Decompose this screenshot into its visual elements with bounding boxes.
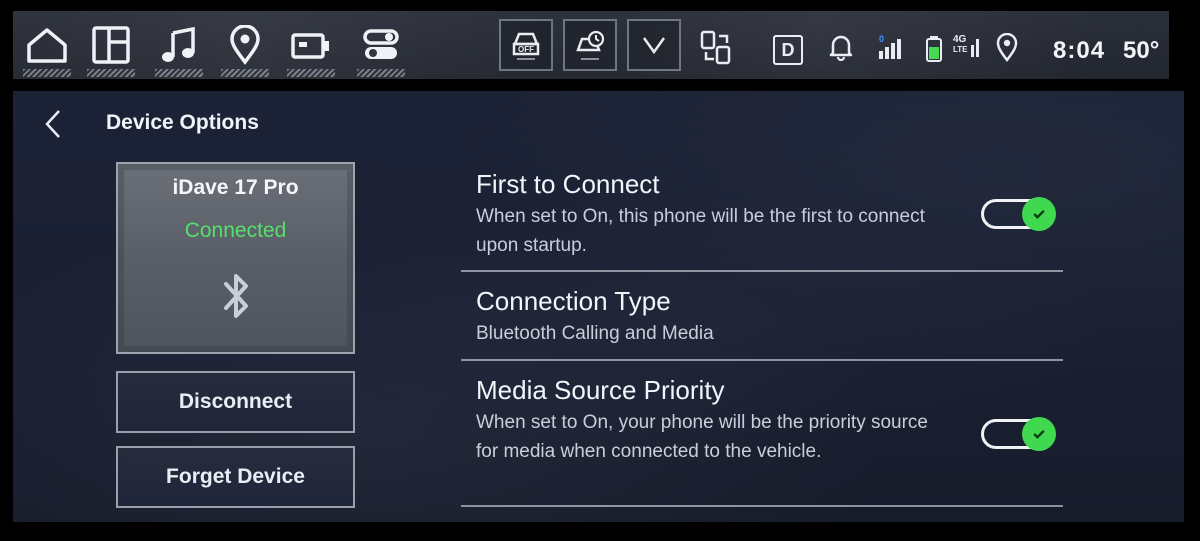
setting-description: When set to On, this phone will be the f… xyxy=(476,206,925,256)
setting-title: Connection Type xyxy=(476,286,671,316)
lte-icon: 4G LTE xyxy=(951,31,981,63)
check-icon xyxy=(1022,197,1056,231)
infotainment-screen: OFF D 0 4G LTE 8:04 50° Device Options i… xyxy=(0,0,1200,541)
park-assist-icon[interactable] xyxy=(563,19,617,71)
chevron-left-icon xyxy=(45,110,60,138)
chevron-down-icon[interactable] xyxy=(627,19,681,71)
connection-status: Connected xyxy=(184,219,287,242)
music-icon[interactable] xyxy=(151,25,207,77)
apps-icon[interactable] xyxy=(83,25,139,77)
check-icon xyxy=(1022,417,1056,451)
divider xyxy=(461,270,1063,272)
setting-connection-type[interactable]: Connection Type Bluetooth Calling and Me… xyxy=(461,286,1061,356)
setting-title: Media Source Priority xyxy=(476,375,725,405)
status-bar: OFF D 0 4G LTE 8:04 50° xyxy=(13,11,1169,79)
device-card[interactable]: iDave 17 Pro Connected xyxy=(116,162,355,354)
clock: 8:04 xyxy=(1053,37,1106,64)
media-source-priority-toggle[interactable] xyxy=(981,417,1056,451)
home-icon[interactable] xyxy=(19,25,75,77)
first-to-connect-toggle[interactable] xyxy=(981,197,1056,231)
forget-device-button[interactable]: Forget Device xyxy=(116,446,355,508)
location-icon[interactable] xyxy=(217,25,273,77)
svg-text:4G: 4G xyxy=(953,34,967,45)
bluetooth-icon xyxy=(224,274,248,318)
gps-icon xyxy=(995,33,1019,63)
back-button[interactable] xyxy=(37,105,71,143)
svg-text:OFF: OFF xyxy=(518,45,534,54)
drive-mode-indicator: D xyxy=(773,35,803,65)
setting-media-source-priority[interactable]: Media Source Priority When set to On, yo… xyxy=(461,375,1061,503)
phone-projection-icon[interactable] xyxy=(699,29,735,67)
battery-icon xyxy=(925,35,943,63)
outside-temperature: 50° xyxy=(1123,37,1160,64)
setting-title: First to Connect xyxy=(476,169,660,199)
svg-text:0: 0 xyxy=(879,34,884,44)
page-title: Device Options xyxy=(106,111,259,134)
settings-icon[interactable] xyxy=(353,25,409,77)
disconnect-button[interactable]: Disconnect xyxy=(116,371,355,433)
divider xyxy=(461,359,1063,361)
device-options-panel: Device Options iDave 17 Pro Connected Di… xyxy=(13,91,1184,522)
setting-description: Bluetooth Calling and Media xyxy=(476,323,714,344)
camera-icon[interactable] xyxy=(283,25,339,77)
divider xyxy=(461,505,1063,507)
setting-description: When set to On, your phone will be the p… xyxy=(476,412,929,462)
device-name: iDave 17 Pro xyxy=(172,176,299,199)
auto-stop-off-icon[interactable]: OFF xyxy=(499,19,553,71)
notification-bell-icon[interactable] xyxy=(828,33,854,61)
signal-strength-icon: 0 xyxy=(877,33,907,61)
svg-text:LTE: LTE xyxy=(953,45,968,54)
setting-first-to-connect[interactable]: First to Connect When set to On, this ph… xyxy=(461,169,1061,269)
